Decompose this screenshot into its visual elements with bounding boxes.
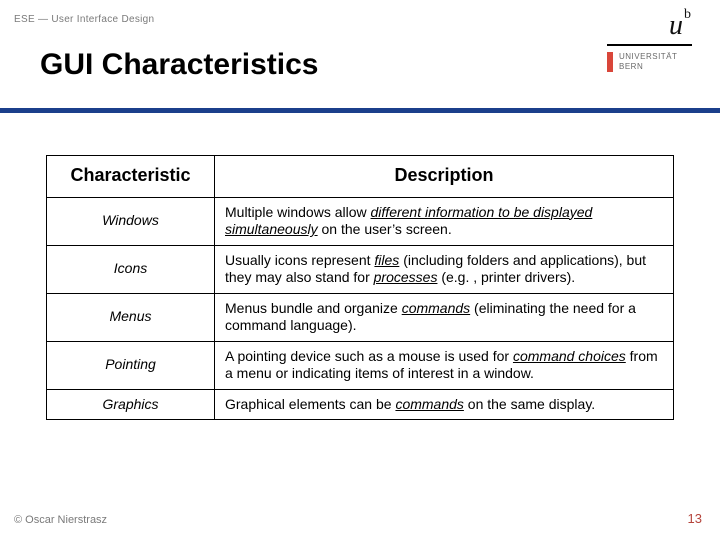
table-row: Pointing A pointing device such as a mou… — [47, 341, 674, 389]
university-logo: ub UNIVERSITÄT BERN — [607, 10, 692, 72]
logo-divider — [607, 44, 692, 46]
cell-name: Menus — [47, 293, 215, 341]
logo-b: b — [684, 7, 691, 22]
title-divider — [0, 108, 720, 113]
logo-line1: UNIVERSITÄT — [619, 52, 692, 62]
cell-name: Icons — [47, 245, 215, 293]
table-header-row: Characteristic Description — [47, 156, 674, 198]
cell-name: Pointing — [47, 341, 215, 389]
footer-copyright: © Oscar Nierstrasz — [14, 514, 107, 526]
table-row: Windows Multiple windows allow different… — [47, 197, 674, 245]
logo-u: u — [669, 10, 683, 41]
cell-desc: Usually icons represent files (including… — [215, 245, 674, 293]
characteristics-table: Characteristic Description Windows Multi… — [46, 155, 674, 420]
logo-line2: BERN — [619, 62, 692, 72]
th-characteristic: Characteristic — [47, 156, 215, 198]
page-title: GUI Characteristics — [40, 48, 318, 82]
th-description: Description — [215, 156, 674, 198]
characteristics-table-wrap: Characteristic Description Windows Multi… — [46, 155, 674, 420]
cell-name: Graphics — [47, 389, 215, 420]
cell-desc: Multiple windows allow different informa… — [215, 197, 674, 245]
table-row: Menus Menus bundle and organize commands… — [47, 293, 674, 341]
table-row: Icons Usually icons represent files (inc… — [47, 245, 674, 293]
table-row: Graphics Graphical elements can be comma… — [47, 389, 674, 420]
page-number: 13 — [688, 511, 702, 526]
cell-name: Windows — [47, 197, 215, 245]
cell-desc: Graphical elements can be commands on th… — [215, 389, 674, 420]
logo-institution: UNIVERSITÄT BERN — [607, 52, 692, 72]
cell-desc: Menus bundle and organize commands (elim… — [215, 293, 674, 341]
breadcrumb: ESE — User Interface Design — [14, 14, 154, 25]
cell-desc: A pointing device such as a mouse is use… — [215, 341, 674, 389]
